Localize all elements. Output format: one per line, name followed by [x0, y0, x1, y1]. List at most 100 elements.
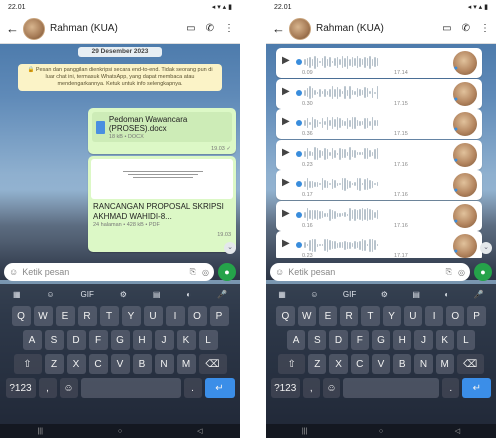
key[interactable]: ↵ — [204, 378, 235, 398]
voice-message[interactable]: ▶ 0.16 17.16 ● — [276, 200, 482, 231]
avatar[interactable] — [289, 17, 311, 40]
key[interactable]: ↵ — [462, 378, 492, 398]
key[interactable]: Z — [308, 354, 327, 374]
voice-message[interactable]: ▶ 0.23 17.16 ● — [276, 139, 482, 170]
key[interactable]: C — [350, 354, 369, 374]
play-icon[interactable]: ▶ — [282, 177, 290, 188]
key[interactable]: ⌫ — [198, 354, 227, 374]
phone-call-icon[interactable]: ✆ — [206, 23, 214, 34]
scroll-down-icon[interactable]: ⌄ — [480, 242, 492, 254]
play-icon[interactable]: ▶ — [282, 238, 290, 249]
key[interactable]: W — [297, 306, 316, 326]
key[interactable]: O — [446, 306, 465, 326]
keyboard-tool-icon[interactable]: 🎤 — [217, 290, 227, 299]
keyboard-tool-icon[interactable]: ▤ — [412, 290, 420, 299]
key[interactable]: H — [132, 330, 152, 350]
play-icon[interactable]: ▶ — [282, 116, 290, 127]
key[interactable]: Y — [121, 306, 141, 326]
keyboard-tool-icon[interactable]: ◐ — [186, 290, 191, 299]
key[interactable]: R — [77, 306, 97, 326]
key[interactable]: U — [143, 306, 163, 326]
camera-icon[interactable]: ◎ — [458, 268, 465, 277]
keyboard-tool-icon[interactable]: 🎤 — [474, 290, 484, 299]
key[interactable]: L — [198, 330, 218, 350]
keyboard-tool-icon[interactable]: ☺ — [46, 290, 54, 299]
key[interactable]: F — [350, 330, 369, 350]
microphone-icon[interactable]: ● — [218, 263, 236, 281]
playback-progress-dot[interactable] — [296, 242, 302, 248]
microphone-icon[interactable]: ● — [474, 263, 492, 281]
key[interactable]: Q — [11, 306, 31, 326]
key[interactable]: ⌫ — [456, 354, 484, 374]
voice-message[interactable]: ▶ 0.23 17.17 ● — [276, 231, 482, 258]
key[interactable]: F — [88, 330, 108, 350]
playback-progress-dot[interactable] — [296, 211, 302, 218]
key[interactable]: V — [371, 354, 391, 374]
nav-button[interactable]: ||| — [37, 428, 42, 435]
key[interactable]: . — [183, 378, 202, 398]
emoji-icon[interactable]: ☺ — [275, 267, 284, 277]
back-arrow-icon[interactable]: ← — [6, 21, 19, 36]
key[interactable]: N — [154, 354, 174, 374]
nav-button[interactable]: ○ — [379, 428, 383, 435]
key[interactable]: L — [456, 330, 476, 350]
key[interactable]: E — [55, 306, 75, 326]
key[interactable]: E — [318, 306, 338, 326]
key[interactable]: B — [393, 354, 412, 374]
nav-button[interactable]: ◁ — [455, 427, 460, 435]
key[interactable]: K — [435, 330, 454, 350]
keyboard-tool-icon[interactable]: ◐ — [444, 290, 449, 299]
keyboard-tool-icon[interactable]: ▦ — [278, 290, 286, 299]
play-icon[interactable]: ▶ — [282, 86, 290, 97]
key[interactable]: . — [442, 378, 460, 398]
key[interactable]: I — [165, 306, 185, 326]
scroll-down-icon[interactable]: ⌄ — [224, 242, 236, 254]
key[interactable]: I — [424, 306, 444, 326]
key[interactable]: U — [403, 306, 422, 326]
playback-progress-dot[interactable] — [296, 120, 302, 126]
waveform[interactable] — [304, 116, 424, 130]
key[interactable]: A — [286, 330, 306, 350]
more-menu-icon[interactable]: ⋮ — [224, 23, 234, 34]
waveform[interactable] — [304, 208, 424, 222]
contact-name[interactable]: Rahman (KUA) — [316, 23, 432, 34]
key[interactable]: T — [361, 306, 380, 326]
key[interactable]: W — [33, 306, 53, 326]
key[interactable]: O — [187, 306, 207, 326]
voice-message[interactable]: ▶ 0.09 17.14 ● — [276, 48, 482, 78]
key[interactable]: ☺ — [59, 378, 78, 398]
video-call-icon[interactable]: ▭ — [442, 23, 451, 34]
play-icon[interactable]: ▶ — [282, 55, 290, 66]
key[interactable]: K — [176, 330, 196, 350]
nav-button[interactable]: ○ — [118, 428, 122, 435]
play-icon[interactable]: ▶ — [282, 208, 290, 219]
key[interactable]: C — [88, 354, 108, 374]
avatar[interactable] — [23, 17, 45, 40]
key[interactable]: ?123 — [270, 378, 300, 398]
key[interactable]: S — [44, 330, 64, 350]
key[interactable]: ☺ — [322, 378, 341, 398]
key[interactable]: Z — [44, 354, 64, 374]
back-arrow-icon[interactable]: ← — [272, 21, 285, 36]
key[interactable]: , — [38, 378, 57, 398]
keyboard-tool-icon[interactable]: ⚙ — [120, 290, 127, 299]
waveform[interactable] — [304, 238, 424, 252]
key[interactable]: P — [209, 306, 229, 326]
voice-message[interactable]: ▶ 0.36 17.15 ● — [276, 109, 482, 139]
key[interactable]: Y — [382, 306, 401, 326]
message-input[interactable]: ☺ Ketik pesan ⎘ ◎ — [270, 263, 470, 281]
key[interactable]: ?123 — [5, 378, 36, 398]
more-menu-icon[interactable]: ⋮ — [480, 23, 490, 34]
nav-button[interactable]: ||| — [302, 428, 307, 435]
voice-message[interactable]: ▶ 0.30 17.15 ● — [276, 78, 482, 109]
playback-progress-dot[interactable] — [296, 89, 302, 96]
phone-call-icon[interactable]: ✆ — [462, 23, 470, 34]
key[interactable]: P — [467, 306, 486, 326]
keyboard-tool-icon[interactable]: ▦ — [13, 290, 21, 299]
nav-button[interactable]: ◁ — [197, 427, 202, 435]
key[interactable]: S — [308, 330, 327, 350]
waveform[interactable] — [304, 147, 424, 161]
key[interactable]: J — [414, 330, 433, 350]
key[interactable]: ⇧ — [13, 354, 42, 374]
key[interactable]: G — [371, 330, 391, 350]
